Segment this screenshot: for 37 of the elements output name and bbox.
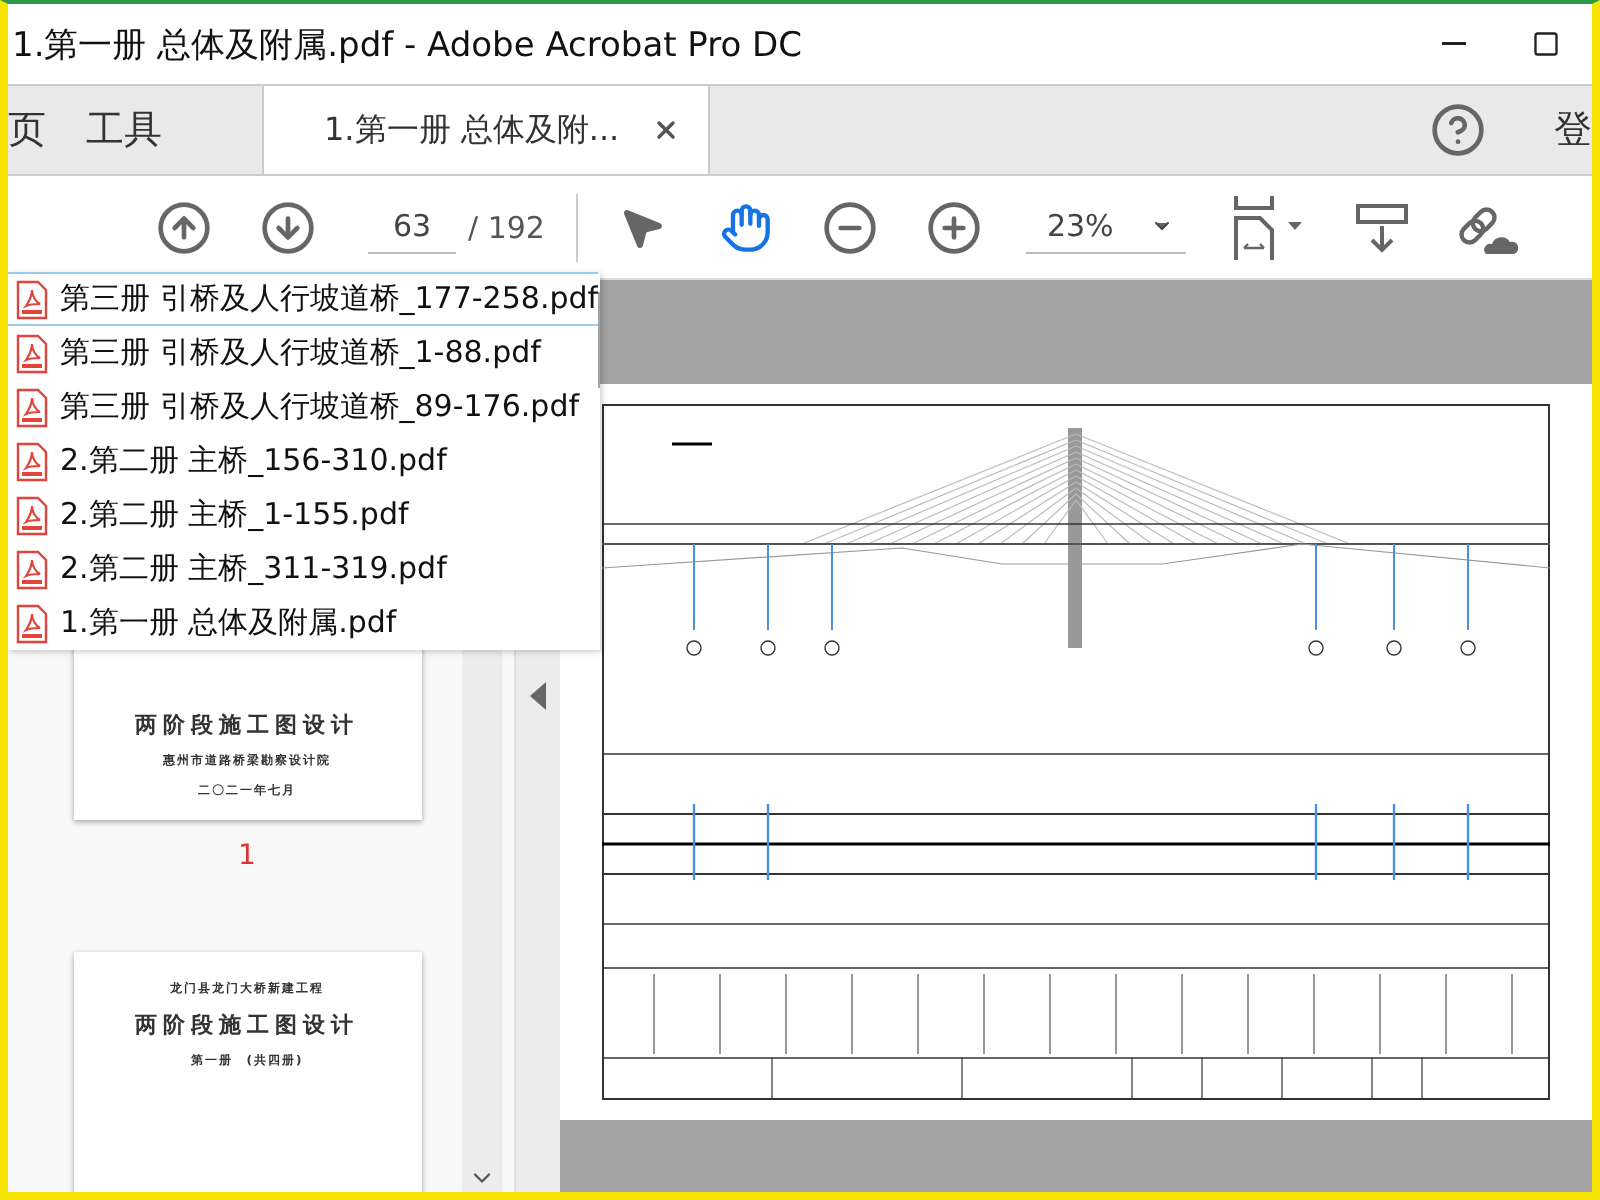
file-list-item[interactable]: 第三册 引桥及人行坡道桥_1-88.pdf: [8, 326, 599, 380]
pdf-file-icon: [16, 441, 48, 481]
thumbnail-text: 两阶段施工图设计: [135, 710, 359, 740]
page-number-field[interactable]: 63: [368, 200, 456, 254]
page-total: / 192: [468, 209, 545, 245]
pdf-file-icon: [16, 549, 48, 589]
file-list-item[interactable]: 第三册 引桥及人行坡道桥_89-176.pdf: [8, 380, 599, 434]
pdf-file-icon: [16, 603, 48, 643]
close-icon[interactable]: [651, 116, 680, 144]
zoom-out-icon: [822, 199, 879, 255]
pdf-file-icon: [16, 387, 48, 427]
minimize-icon: [1442, 42, 1466, 46]
pdf-file-icon: [16, 495, 48, 535]
tab[interactable]: 1.第一册 总体及附...: [262, 86, 710, 174]
tab[interactable]: 工具: [86, 86, 202, 174]
zoom-in-icon: [926, 199, 983, 255]
collapse-triangle-icon: [530, 682, 546, 710]
page-number: 1: [238, 840, 256, 872]
tab[interactable]: 页: [8, 86, 86, 174]
maximize-icon: [1532, 30, 1560, 58]
pdf-file-icon: [16, 279, 48, 319]
thumbnail-text: 两阶段施工图设计: [135, 1010, 359, 1040]
scrollbar-thumb[interactable]: [598, 292, 600, 388]
file-list-item[interactable]: 第三册 引桥及人行坡道桥_177-258.pdf: [8, 272, 599, 326]
zoom-dropdown[interactable]: 23%: [1026, 200, 1187, 254]
sign-in-link[interactable]: 登: [1554, 104, 1592, 156]
file-list-item[interactable]: 2.第二册 主桥_156-310.pdf: [8, 434, 599, 488]
arrow-down-circle-icon: [260, 199, 316, 255]
window-title: 1.第一册 总体及附属.pdf - Adobe Acrobat Pro DC: [12, 23, 805, 67]
pdf-file-icon: [16, 333, 48, 373]
file-list-item[interactable]: 2.第二册 主桥_311-319.pdf: [8, 542, 599, 596]
hand-icon: [720, 201, 773, 253]
help-icon[interactable]: [1430, 102, 1486, 158]
file-list-item[interactable]: 1.第一册 总体及附属.pdf: [8, 596, 599, 650]
arrow-up-circle-icon: [156, 199, 212, 255]
keyboard-arrow-icon: [1354, 199, 1411, 255]
file-list-item[interactable]: 2.第二册 主桥_1-155.pdf: [8, 488, 599, 542]
